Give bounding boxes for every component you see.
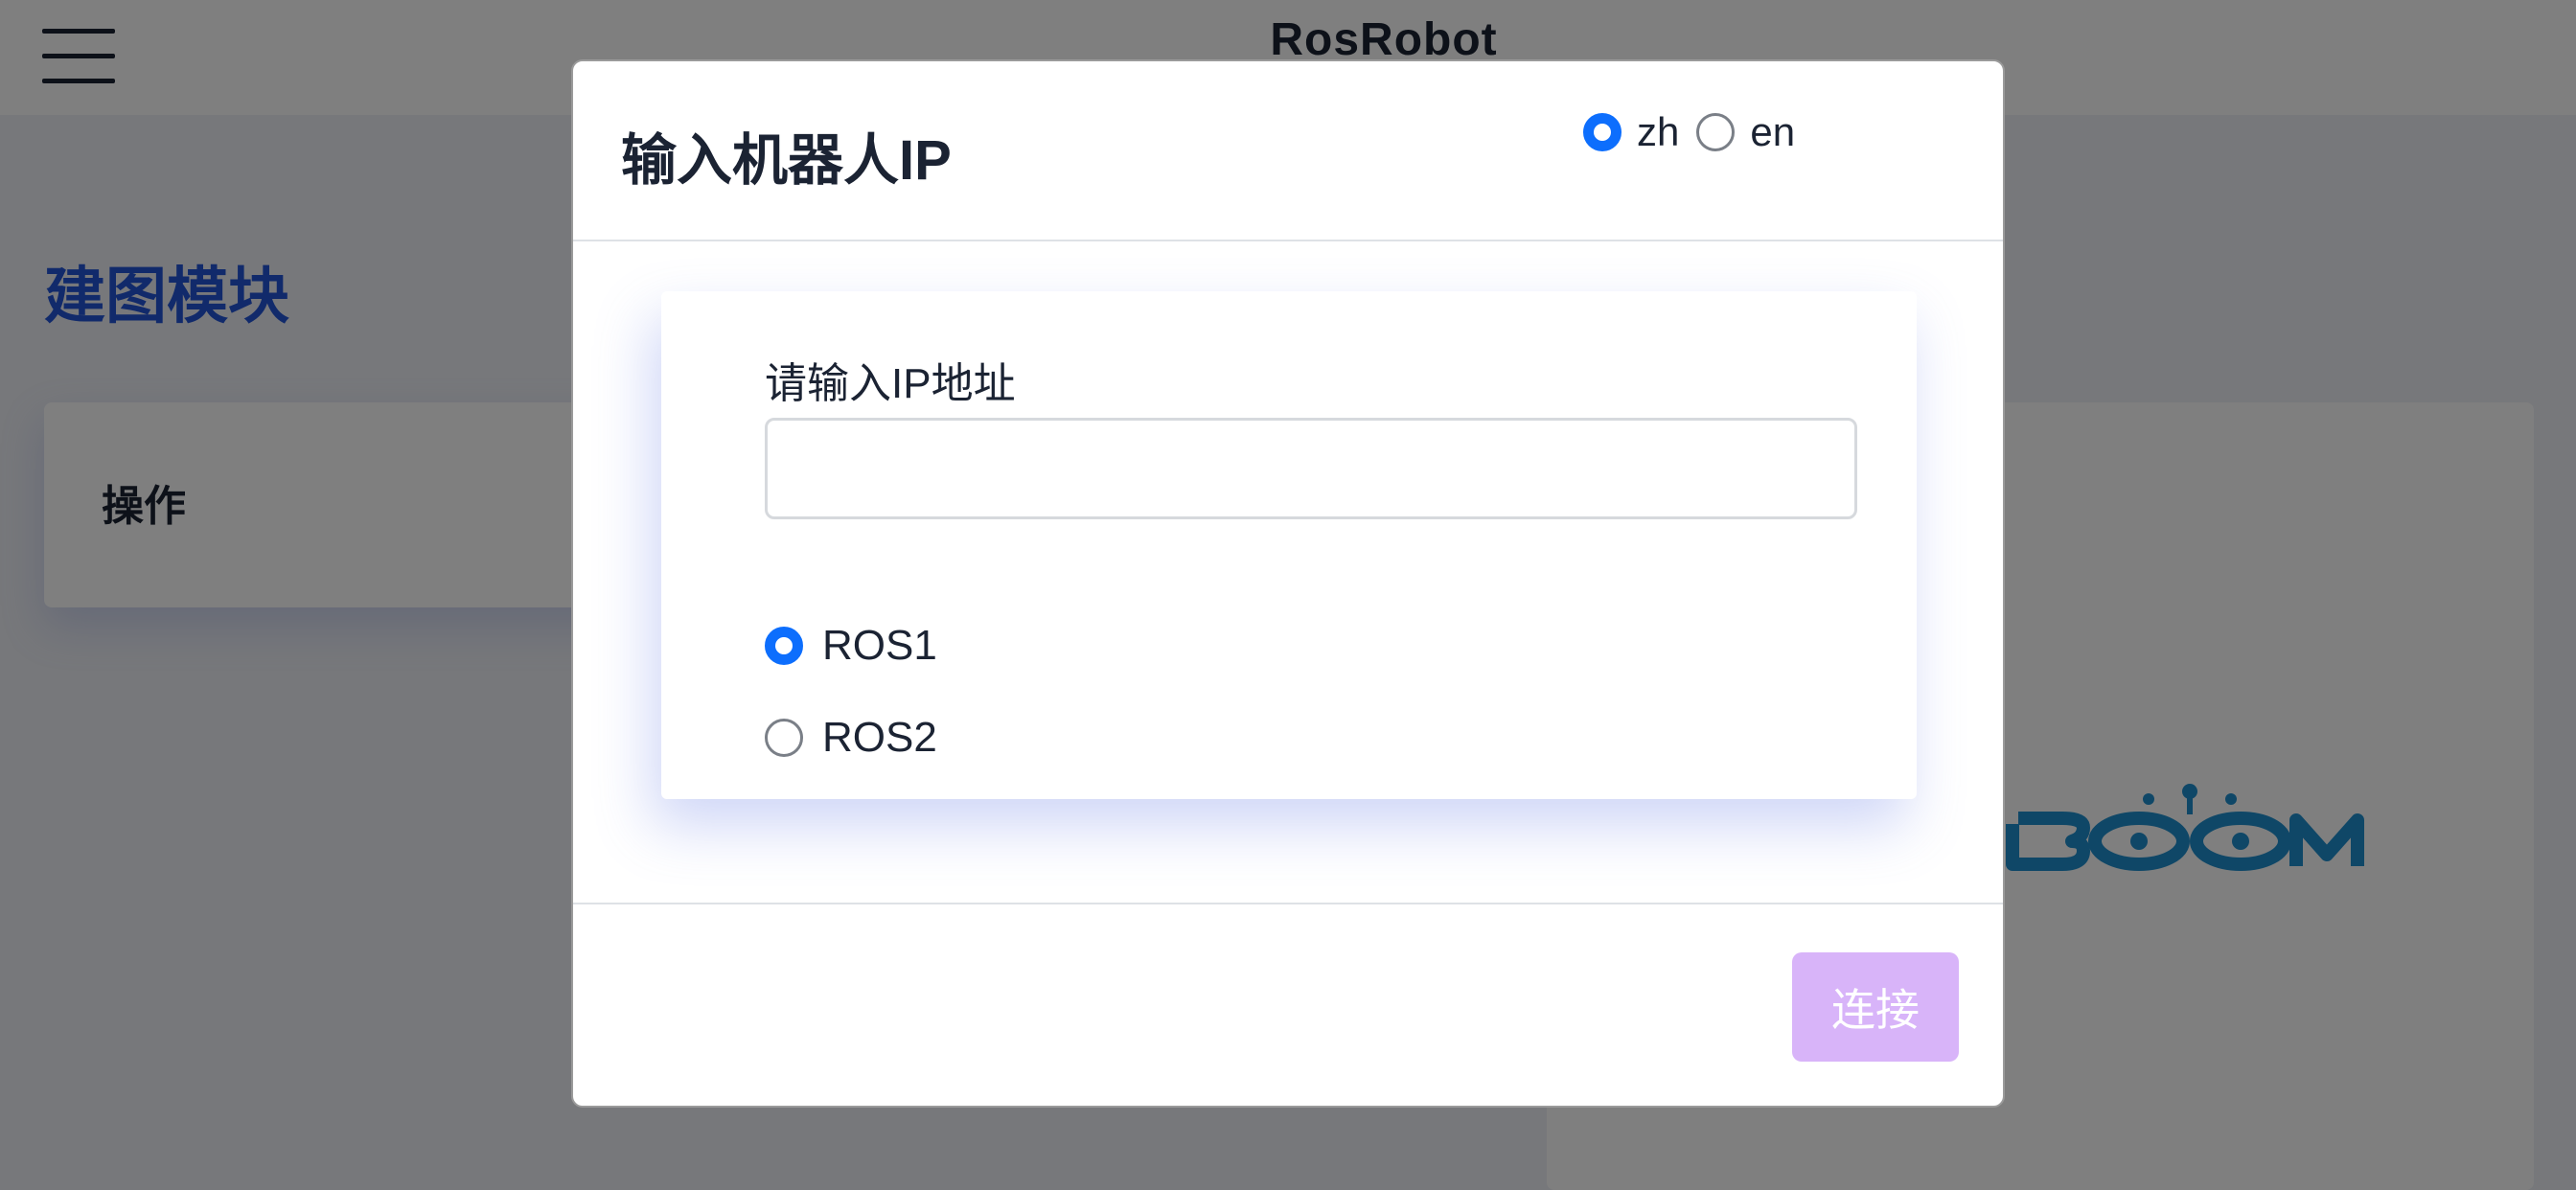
ros2-radio[interactable] [765,719,803,757]
lang-radio-en[interactable] [1696,113,1736,151]
ros1-option[interactable]: ROS1 [765,622,937,670]
dialog-title: 输入机器人IP [621,129,952,192]
ip-address-input[interactable] [765,418,1857,519]
dialog-header: 输入机器人IP zh en [573,61,2003,241]
language-selector: zh en [1583,109,1812,155]
lang-label-zh[interactable]: zh [1637,109,1679,155]
lang-radio-zh[interactable] [1583,113,1622,151]
connection-form: 请输入IP地址 ROS1 ROS2 [661,291,1917,799]
dialog-footer: 连接 [573,903,2003,1108]
ros2-option[interactable]: ROS2 [765,714,937,762]
ros2-label[interactable]: ROS2 [822,714,937,762]
ros1-radio[interactable] [765,627,803,665]
robot-ip-dialog: 输入机器人IP zh en 请输入IP地址 ROS1 ROS2 连接 [571,59,2005,1108]
connect-button[interactable]: 连接 [1792,952,1959,1062]
ip-field-label: 请输入IP地址 [765,360,1016,407]
ros1-label[interactable]: ROS1 [822,622,937,670]
lang-label-en[interactable]: en [1750,109,1795,155]
